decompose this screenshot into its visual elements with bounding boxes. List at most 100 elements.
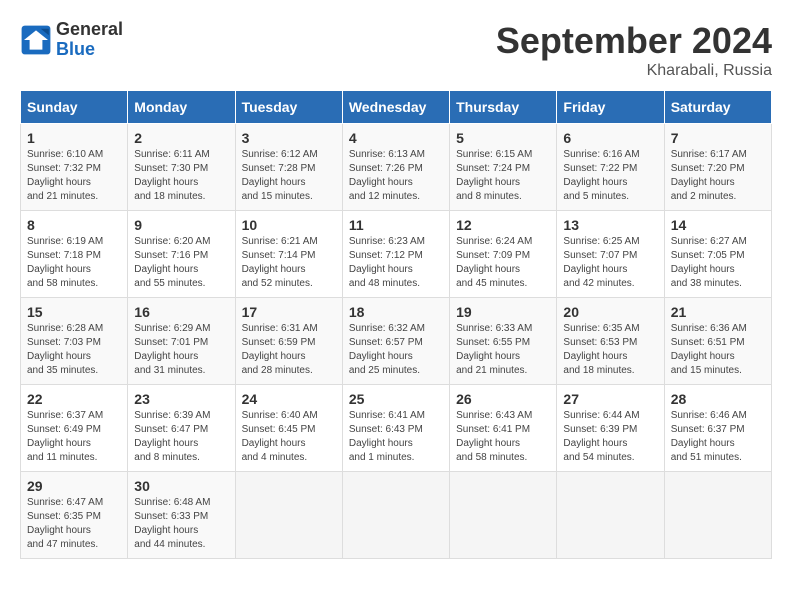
daylight-and-minutes: and 28 minutes.	[242, 365, 313, 376]
calendar-cell: 18Sunrise: 6:32 AMSunset: 6:57 PMDayligh…	[342, 298, 449, 385]
calendar-cell	[664, 472, 771, 559]
sunrise-info: Sunrise: 6:32 AM	[349, 323, 425, 334]
calendar-cell: 21Sunrise: 6:36 AMSunset: 6:51 PMDayligh…	[664, 298, 771, 385]
calendar-week-row: 22 Sunrise: 6:37 AMSunset: 6:49 PMDayligh…	[21, 385, 772, 472]
daylight-hours-label: Daylight hours	[27, 351, 91, 362]
calendar-cell: 24Sunrise: 6:40 AMSunset: 6:45 PMDayligh…	[235, 385, 342, 472]
daylight-hours-label: Daylight hours	[349, 351, 413, 362]
header-wednesday: Wednesday	[342, 91, 449, 124]
calendar-cell: 26Sunrise: 6:43 AMSunset: 6:41 PMDayligh…	[450, 385, 557, 472]
day-info: Sunrise: 6:48 AMSunset: 6:33 PMDaylight …	[134, 496, 228, 552]
sunrise-info: Sunrise: 6:10 AM	[27, 149, 103, 160]
daylight-hours-label: Daylight hours	[349, 177, 413, 188]
day-info: Sunrise: 6:32 AM Sunset: 6:57 PM Daylight …	[349, 322, 443, 378]
day-info: Sunrise: 6:10 AMSunset: 7:32 PMDaylight …	[27, 148, 121, 204]
logo-icon	[20, 24, 52, 56]
sunrise-info: Sunrise: 6:24 AM	[456, 236, 532, 247]
sunrise-info: Sunrise: 6:48 AM	[134, 497, 210, 508]
daylight-and-minutes: and 15 minutes.	[671, 365, 742, 376]
sunrise-info: Sunrise: 6:29 AM	[134, 323, 210, 334]
day-number: 20	[563, 304, 657, 320]
day-number: 3	[242, 130, 336, 146]
daylight-hours-label: Daylight hours	[242, 438, 306, 449]
day-number: 30	[134, 478, 228, 494]
sunrise-info: Sunrise: 6:41 AM	[349, 410, 425, 421]
daylight-and-minutes: and 55 minutes.	[134, 278, 205, 289]
sunrise-info: Sunrise: 6:23 AM	[349, 236, 425, 247]
logo: General Blue	[20, 20, 123, 60]
daylight-and-minutes: and 12 minutes.	[349, 191, 420, 202]
calendar-cell: 19Sunrise: 6:33 AMSunset: 6:55 PMDayligh…	[450, 298, 557, 385]
header-thursday: Thursday	[450, 91, 557, 124]
sunset-info: Sunset: 6:55 PM	[456, 337, 530, 348]
daylight-and-minutes: and 18 minutes.	[563, 365, 634, 376]
calendar-week-row: 8Sunrise: 6:19 AMSunset: 7:18 PMDaylight…	[21, 211, 772, 298]
day-info: Sunrise: 6:40 AMSunset: 6:45 PMDaylight …	[242, 409, 336, 465]
calendar-week-row: 1 Sunrise: 6:10 AMSunset: 7:32 PMDaylight…	[21, 124, 772, 211]
day-info: Sunrise: 6:12 AMSunset: 7:28 PMDaylight …	[242, 148, 336, 204]
daylight-hours-label: Daylight hours	[563, 351, 627, 362]
daylight-hours-label: Daylight hours	[671, 264, 735, 275]
daylight-hours-label: Daylight hours	[242, 177, 306, 188]
sunset-info: Sunset: 6:35 PM	[27, 511, 101, 522]
daylight-hours-label: Daylight hours	[134, 438, 198, 449]
day-info: Sunrise: 6:36 AMSunset: 6:51 PMDaylight …	[671, 322, 765, 378]
daylight-hours-label: Daylight hours	[242, 264, 306, 275]
sunset-info: Sunset: 6:37 PM	[671, 424, 745, 435]
day-number: 12	[456, 217, 550, 233]
daylight-hours-label: Daylight hours	[134, 177, 198, 188]
daylight-hours-label: Daylight hours	[134, 351, 198, 362]
sunrise-info: Sunrise: 6:33 AM	[456, 323, 532, 334]
calendar-cell: 5Sunrise: 6:15 AMSunset: 7:24 PMDaylight…	[450, 124, 557, 211]
sunset-info: Sunset: 7:03 PM	[27, 337, 101, 348]
location-subtitle: Kharabali, Russia	[496, 62, 772, 80]
sunset-info: Sunset: 7:12 PM	[349, 250, 423, 261]
sunrise-info: Sunrise: 6:28 AM	[27, 323, 103, 334]
sunrise-info: Sunrise: 6:31 AM	[242, 323, 318, 334]
sunset-info: Sunset: 7:07 PM	[563, 250, 637, 261]
daylight-and-minutes: and 44 minutes.	[134, 539, 205, 550]
daylight-and-minutes: and 11 minutes.	[27, 452, 97, 463]
header-sunday: Sunday	[21, 91, 128, 124]
day-info: Sunrise: 6:21 AMSunset: 7:14 PMDaylight …	[242, 235, 336, 291]
calendar-cell	[235, 472, 342, 559]
daylight-and-minutes: and 8 minutes.	[456, 191, 522, 202]
day-number: 6	[563, 130, 657, 146]
daylight-hours-label: Daylight hours	[134, 525, 198, 536]
daylight-hours-label: Daylight hours	[349, 438, 413, 449]
day-info: Sunrise: 6:43 AMSunset: 6:41 PMDaylight …	[456, 409, 550, 465]
day-info: Sunrise: 6:46 AMSunset: 6:37 PMDaylight …	[671, 409, 765, 465]
day-info: Sunrise: 6:11 AMSunset: 7:30 PMDaylight …	[134, 148, 228, 204]
day-number: 10	[242, 217, 336, 233]
daylight-hours-label: Daylight hours	[27, 177, 91, 188]
calendar-cell: 30 Sunrise: 6:48 AMSunset: 6:33 PMDayligh…	[128, 472, 235, 559]
day-number: 7	[671, 130, 765, 146]
day-number: 14	[671, 217, 765, 233]
day-info: Sunrise: 6:37 AMSunset: 6:49 PMDaylight …	[27, 409, 121, 465]
daylight-and-minutes: and 47 minutes.	[27, 539, 98, 550]
daylight-and-minutes: and 5 minutes.	[563, 191, 629, 202]
day-number: 17	[242, 304, 336, 320]
daylight-and-minutes: and 21 minutes.	[27, 191, 98, 202]
daylight-and-minutes: and 15 minutes.	[242, 191, 313, 202]
day-number: 4	[349, 130, 443, 146]
daylight-and-minutes: and 1 minutes.	[349, 452, 415, 463]
day-info: Sunrise: 6:29 AMSunset: 7:01 PMDaylight …	[134, 322, 228, 378]
day-number: 22	[27, 391, 121, 407]
sunset-info: Sunset: 6:43 PM	[349, 424, 423, 435]
sunset-info: Sunset: 6:57 PM	[349, 337, 423, 348]
day-info: Sunrise: 6:16 AMSunset: 7:22 PMDaylight …	[563, 148, 657, 204]
sunrise-info: Sunrise: 6:11 AM	[134, 149, 209, 160]
day-number: 23	[134, 391, 228, 407]
sunrise-info: Sunrise: 6:40 AM	[242, 410, 318, 421]
daylight-and-minutes: and 52 minutes.	[242, 278, 313, 289]
sunset-info: Sunset: 6:39 PM	[563, 424, 637, 435]
calendar-cell: 10 Sunrise: 6:21 AMSunset: 7:14 PMDayligh…	[235, 211, 342, 298]
day-number: 1	[27, 130, 121, 146]
sunrise-info: Sunrise: 6:47 AM	[27, 497, 103, 508]
sunset-info: Sunset: 7:14 PM	[242, 250, 316, 261]
daylight-hours-label: Daylight hours	[671, 351, 735, 362]
sunrise-info: Sunrise: 6:13 AM	[349, 149, 425, 160]
sunset-info: Sunset: 7:28 PM	[242, 163, 316, 174]
calendar-cell: 12Sunrise: 6:24 AMSunset: 7:09 PMDayligh…	[450, 211, 557, 298]
